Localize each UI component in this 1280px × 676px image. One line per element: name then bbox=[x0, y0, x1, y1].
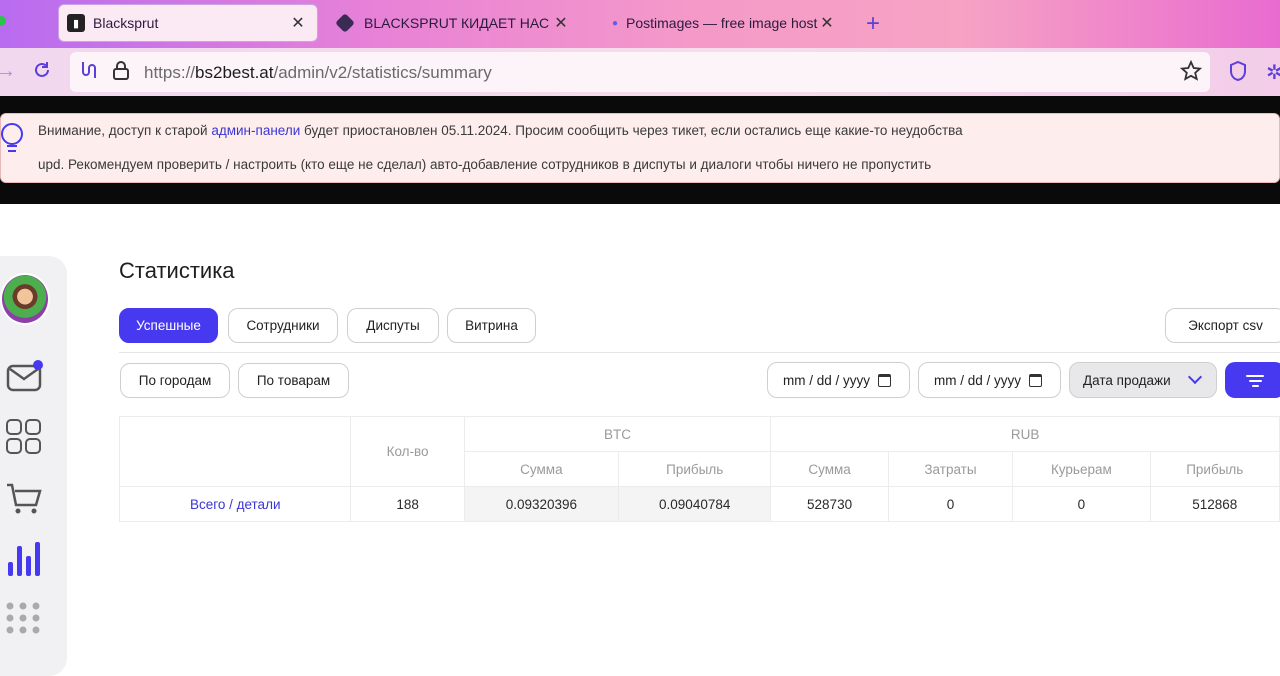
tab-disputes[interactable]: Диспуты bbox=[347, 308, 439, 343]
date-type-select[interactable]: Дата продажи bbox=[1069, 362, 1217, 398]
filter-icon bbox=[1246, 375, 1264, 377]
header-btc: BTC bbox=[463, 416, 772, 452]
tab-blacksprut[interactable]: ▮ Blacksprut ✕ bbox=[58, 4, 318, 42]
url-text[interactable]: https://bs2best.at/admin/v2/statistics/s… bbox=[144, 63, 492, 83]
tab-successful[interactable]: Успешные bbox=[119, 308, 218, 343]
notice-line-2: upd. Рекомендуем проверить / настроить (… bbox=[38, 157, 932, 172]
url-field[interactable]: https://bs2best.at/admin/v2/statistics/s… bbox=[70, 52, 1210, 92]
header-rub-costs: Затраты bbox=[887, 451, 1014, 487]
grid-icon[interactable] bbox=[6, 419, 42, 455]
date-to-field[interactable]: mm / dd / yyyy bbox=[918, 362, 1061, 398]
notice-text: будет приостановлен 05.11.2024. Просим с… bbox=[300, 123, 963, 138]
avatar[interactable] bbox=[0, 273, 50, 325]
page-title: Статистика bbox=[119, 258, 235, 283]
header-rub: RUB bbox=[770, 416, 1280, 452]
loading-dot-icon: ● bbox=[611, 17, 619, 29]
notification-badge bbox=[33, 360, 43, 370]
site-tools-icon[interactable] bbox=[80, 60, 98, 86]
header-rub-couriers: Курьерам bbox=[1012, 451, 1151, 487]
by-cities-button[interactable]: По городам bbox=[120, 363, 230, 398]
tab-second[interactable]: BLACKSPRUT КИДАЕТ НАС НА ✕ bbox=[330, 4, 580, 42]
tab-third[interactable]: ● Postimages — free image hostir ✕ bbox=[606, 4, 846, 42]
calendar-icon[interactable] bbox=[1029, 373, 1043, 387]
url-scheme: https:// bbox=[144, 63, 196, 82]
shield-icon[interactable] bbox=[1228, 60, 1248, 88]
forward-arrow-icon[interactable]: → bbox=[0, 60, 16, 83]
close-icon[interactable]: ✕ bbox=[818, 13, 836, 33]
notice-text: Внимание, доступ к старой bbox=[38, 123, 212, 138]
tab-showcase[interactable]: Витрина bbox=[447, 308, 536, 343]
header-qty: Кол-во bbox=[350, 416, 465, 487]
date-type-value: Дата продажи bbox=[1083, 372, 1171, 388]
filter-icon-line bbox=[1251, 385, 1259, 387]
lightbulb-icon bbox=[1, 123, 23, 152]
statistics-table: Кол-во BTC RUB Сумма Прибыль Сумма Затра… bbox=[118, 416, 1280, 522]
cart-icon[interactable] bbox=[6, 482, 42, 516]
reload-icon[interactable] bbox=[32, 60, 52, 86]
row-label-cell: Всего / детали bbox=[118, 486, 352, 522]
cell-btc-sum: 0.09320396 bbox=[463, 486, 620, 522]
tab-title: BLACKSPRUT КИДАЕТ НАС НА bbox=[364, 15, 552, 31]
cell-rub-costs: 0 bbox=[887, 486, 1014, 522]
by-products-button[interactable]: По товарам bbox=[238, 363, 349, 398]
window-control-dot[interactable] bbox=[0, 16, 6, 26]
filter-icon-line bbox=[1248, 380, 1262, 382]
address-bar-row: → https://bs2best.at/admin/v2/statistics… bbox=[0, 48, 1280, 96]
close-icon[interactable]: ✕ bbox=[552, 13, 570, 33]
apps-icon[interactable] bbox=[6, 602, 42, 636]
close-icon[interactable]: ✕ bbox=[289, 13, 307, 33]
date-to-text: mm / dd / yyyy bbox=[934, 372, 1022, 388]
filter-button[interactable] bbox=[1225, 362, 1280, 398]
cell-rub-sum: 528730 bbox=[770, 486, 889, 522]
header-rub-profit: Прибыль bbox=[1149, 451, 1280, 487]
cell-rub-couriers: 0 bbox=[1012, 486, 1151, 522]
site-favicon-icon bbox=[335, 13, 355, 33]
extensions-icon[interactable]: ✲ bbox=[1266, 60, 1280, 85]
calendar-icon[interactable] bbox=[878, 373, 892, 387]
site-favicon-icon: ▮ bbox=[67, 14, 85, 32]
cell-btc-profit: 0.09040784 bbox=[618, 486, 772, 522]
table-row: Всего / детали 188 0.09320396 0.09040784… bbox=[118, 486, 1280, 522]
new-tab-plus-icon[interactable]: + bbox=[866, 10, 880, 38]
total-details-link[interactable]: Всего / детали bbox=[190, 497, 281, 512]
divider bbox=[119, 352, 1280, 353]
bookmark-star-icon[interactable] bbox=[1179, 59, 1203, 88]
lock-icon[interactable] bbox=[112, 60, 130, 86]
header-blank bbox=[118, 416, 352, 487]
tab-title: Blacksprut bbox=[93, 15, 159, 31]
cell-qty: 188 bbox=[350, 486, 465, 522]
warning-notice: Внимание, доступ к старой админ-панели б… bbox=[0, 113, 1280, 183]
header-btc-profit: Прибыль bbox=[618, 451, 772, 487]
url-path: /admin/v2/statistics/summary bbox=[273, 63, 492, 82]
browser-tab-bar: ▮ Blacksprut ✕ BLACKSPRUT КИДАЕТ НАС НА … bbox=[0, 0, 1280, 48]
date-from-text: mm / dd / yyyy bbox=[783, 372, 871, 388]
tab-employees[interactable]: Сотрудники bbox=[228, 308, 338, 343]
admin-panel-link[interactable]: админ-панели bbox=[211, 123, 300, 138]
cell-rub-profit: 512868 bbox=[1149, 486, 1280, 522]
header-rub-sum: Сумма bbox=[770, 451, 889, 487]
date-from-field[interactable]: mm / dd / yyyy bbox=[767, 362, 910, 398]
mail-icon[interactable] bbox=[6, 360, 44, 394]
url-host: bs2best.at bbox=[195, 63, 274, 82]
tab-title: Postimages — free image hostir bbox=[626, 15, 818, 31]
chevron-down-icon bbox=[1187, 369, 1203, 385]
chart-icon[interactable] bbox=[6, 538, 42, 578]
notice-line-1: Внимание, доступ к старой админ-панели б… bbox=[38, 123, 963, 138]
export-csv-button[interactable]: Экспорт csv bbox=[1165, 308, 1280, 343]
header-btc-sum: Сумма bbox=[463, 451, 620, 487]
